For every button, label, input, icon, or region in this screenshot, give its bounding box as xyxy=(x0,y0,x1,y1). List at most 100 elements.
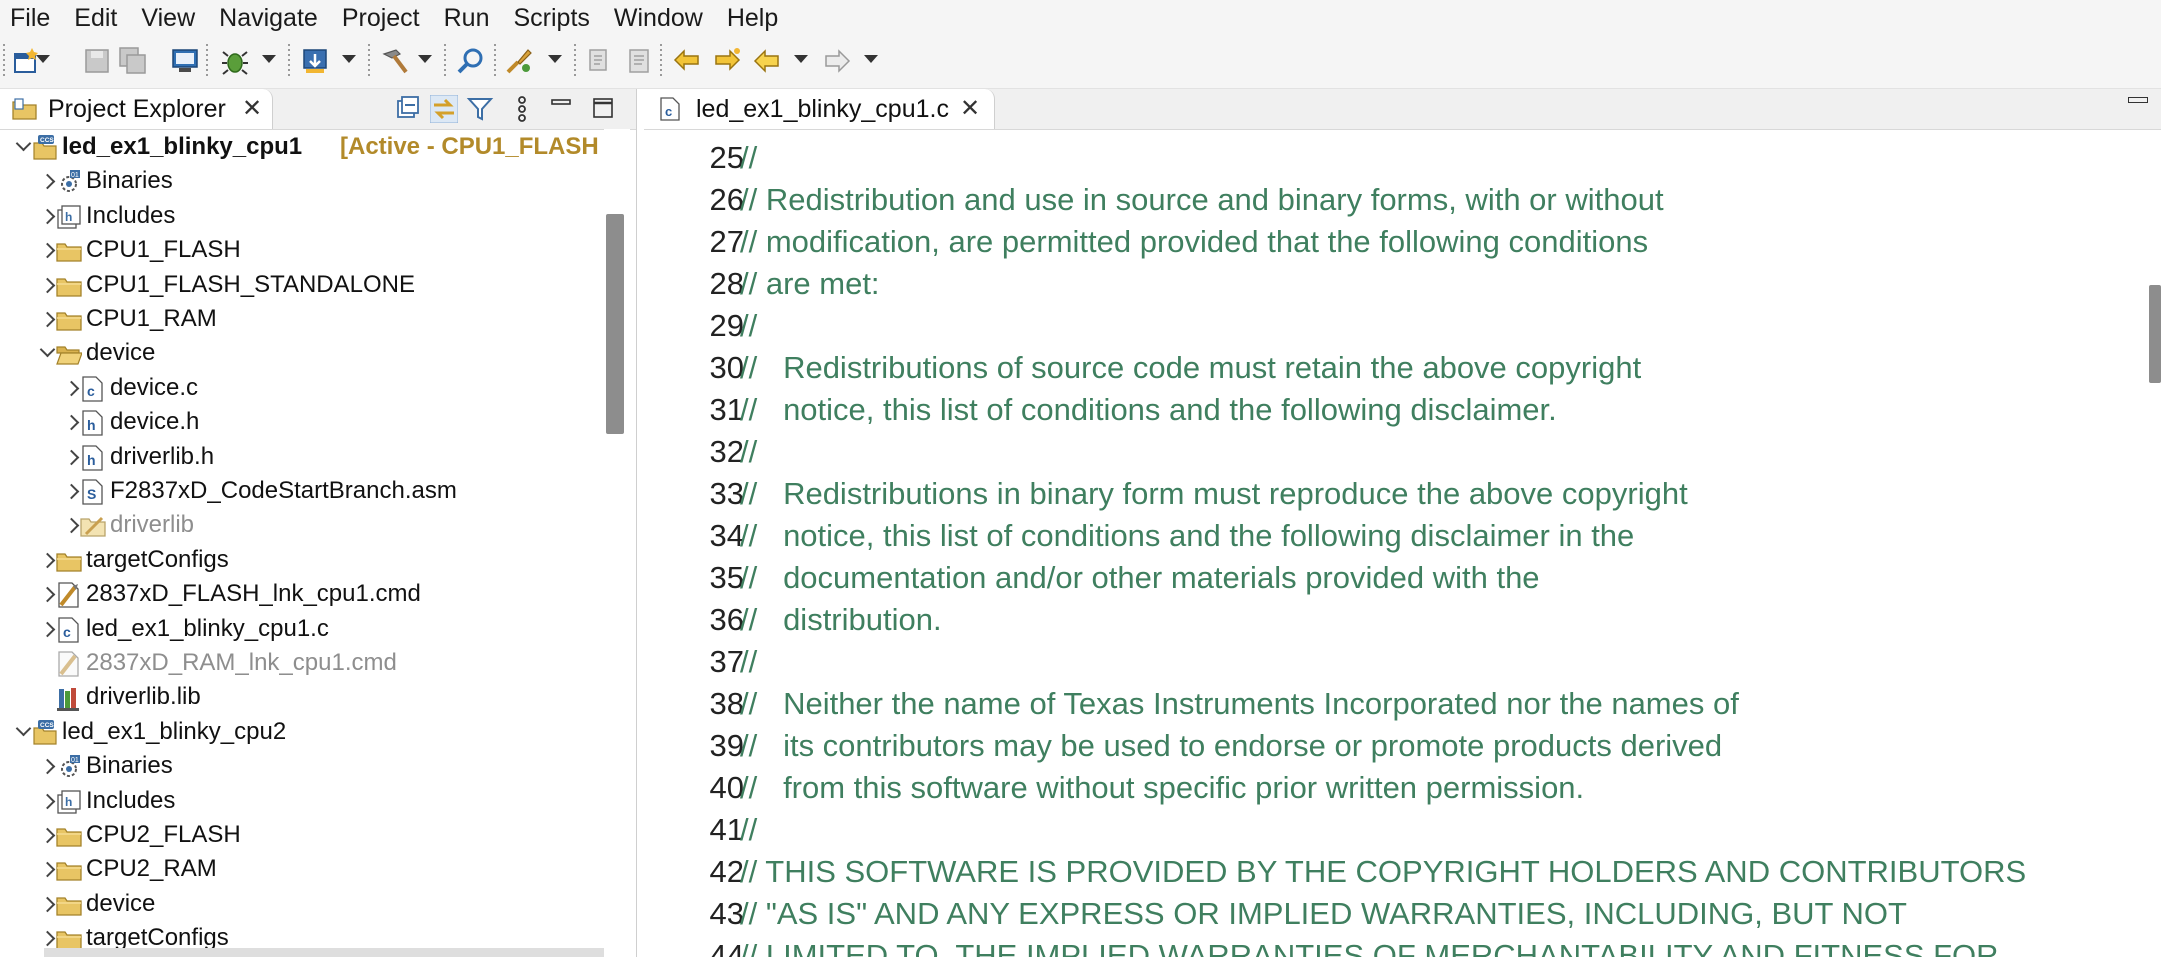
code-area[interactable]: 25//26// Redistribution and use in sourc… xyxy=(644,137,2134,957)
line-number: 42 xyxy=(709,854,744,889)
chevron-down-icon[interactable] xyxy=(15,135,32,152)
code-comment: // LIMITED TO, THE IMPLIED WARRANTIES OF… xyxy=(740,938,1999,957)
tree-item[interactable]: c device.c xyxy=(0,372,600,406)
debug-dropdown-icon[interactable] xyxy=(262,55,276,63)
flash-dropdown-icon[interactable] xyxy=(342,55,356,63)
editor-scrollbar[interactable] xyxy=(2134,137,2161,957)
tree-item[interactable]: h device.h xyxy=(0,406,600,440)
terminal-icon[interactable] xyxy=(170,46,200,76)
save-all-icon[interactable] xyxy=(118,46,148,76)
tree-item[interactable]: h driverlib.h xyxy=(0,441,600,475)
external-tools-dropdown-icon[interactable] xyxy=(548,55,562,63)
build-dropdown-icon[interactable] xyxy=(418,55,432,63)
last-edit-forward-icon[interactable] xyxy=(712,46,742,76)
tree-item[interactable]: 01 Binaries xyxy=(0,750,600,784)
chevron-right-icon[interactable] xyxy=(39,896,56,913)
menu-help[interactable]: Help xyxy=(715,0,790,36)
chevron-right-icon[interactable] xyxy=(39,930,56,947)
tree-item[interactable]: CPU1_RAM xyxy=(0,303,600,337)
tree-item[interactable]: c led_ex1_blinky_cpu1.c xyxy=(0,613,600,647)
filter-icon[interactable] xyxy=(466,95,494,123)
menu-run[interactable]: Run xyxy=(432,0,502,36)
tree-item[interactable]: targetConfigs xyxy=(0,544,600,578)
chevron-down-icon[interactable] xyxy=(39,342,56,358)
excluded-folder-icon xyxy=(80,517,106,538)
chevron-right-icon[interactable] xyxy=(39,758,56,775)
tree-item[interactable]: CPU2_RAM xyxy=(0,853,600,887)
chevron-right-icon[interactable] xyxy=(63,449,80,465)
menu-view[interactable]: View xyxy=(129,0,207,36)
tree-item[interactable]: h Includes xyxy=(0,200,600,234)
tree-item[interactable]: S F2837xD_CodeStartBranch.asm xyxy=(0,475,600,509)
tree-item[interactable]: 2837xD_RAM_lnk_cpu1.cmd xyxy=(0,647,600,681)
editor-minimize-icon[interactable] xyxy=(2128,97,2148,103)
menu-scripts[interactable]: Scripts xyxy=(502,0,602,36)
menu-edit[interactable]: Edit xyxy=(62,0,129,36)
save-icon[interactable] xyxy=(82,46,112,76)
back-dropdown-icon[interactable] xyxy=(794,55,808,63)
editor-tab-led-ex1-blinky-cpu1[interactable]: c led_ex1_blinky_cpu1.c ✕ xyxy=(644,89,995,129)
chevron-right-icon[interactable] xyxy=(39,208,56,225)
last-edit-back-icon[interactable] xyxy=(672,46,702,76)
tree-item[interactable]: driverlib.lib xyxy=(0,681,600,715)
back-arrow-icon[interactable] xyxy=(752,46,782,76)
chevron-right-icon[interactable] xyxy=(63,414,80,431)
tree-item[interactable]: CCS led_ex1_blinky_cpu1 [Active - CPU1_FLA… xyxy=(0,131,600,165)
debug-bug-icon[interactable] xyxy=(220,46,250,76)
build-hammer-icon[interactable] xyxy=(380,46,410,76)
menu-project[interactable]: Project xyxy=(330,0,432,36)
chevron-right-icon[interactable] xyxy=(39,311,56,328)
tree-item[interactable]: CPU2_FLASH xyxy=(0,819,600,853)
menu-navigate[interactable]: Navigate xyxy=(207,0,330,36)
tree-item[interactable]: driverlib xyxy=(0,509,600,543)
menu-window[interactable]: Window xyxy=(602,0,715,36)
chevron-right-icon[interactable] xyxy=(39,277,56,293)
chevron-right-icon[interactable] xyxy=(39,242,56,259)
tree-item[interactable]: CCS led_ex1_blinky_cpu2 xyxy=(0,716,600,750)
close-icon[interactable]: ✕ xyxy=(242,94,262,123)
tree-item[interactable]: 01 Binaries xyxy=(0,165,600,199)
active-configuration-badge: [Active - CPU1_FLASH xyxy=(340,133,599,160)
horizontal-scrollbar[interactable] xyxy=(44,948,604,957)
forward-dropdown-icon[interactable] xyxy=(864,55,878,63)
flash-load-icon[interactable] xyxy=(300,46,330,76)
menu-file[interactable]: File xyxy=(0,0,62,36)
search-icon[interactable] xyxy=(456,46,486,76)
tree-item[interactable]: CPU1_FLASH xyxy=(0,234,600,268)
chevron-right-icon[interactable] xyxy=(63,380,80,397)
chevron-right-icon[interactable] xyxy=(39,586,56,603)
chevron-right-icon[interactable] xyxy=(39,862,56,878)
view-menu-icon[interactable] xyxy=(508,95,536,123)
chevron-right-icon[interactable] xyxy=(39,174,56,190)
tree-item[interactable]: device xyxy=(0,337,600,371)
chevron-right-icon[interactable] xyxy=(39,827,56,844)
collapse-all-icon[interactable] xyxy=(394,95,422,123)
close-icon[interactable]: ✕ xyxy=(960,94,980,123)
prev-annotation-icon[interactable] xyxy=(586,46,616,76)
chevron-right-icon[interactable] xyxy=(39,793,56,809)
editor-panel: c led_ex1_blinky_cpu1.c ✕ 25//26// Redis… xyxy=(644,89,2161,957)
tree-item[interactable]: h Includes xyxy=(0,785,600,819)
tree-item[interactable]: 2837xD_FLASH_lnk_cpu1.cmd xyxy=(0,578,600,612)
code-line: 42// THIS SOFTWARE IS PROVIDED BY THE CO… xyxy=(644,851,2134,893)
project-explorer-tab[interactable]: Project Explorer ✕ xyxy=(0,89,273,129)
next-annotation-icon[interactable] xyxy=(624,46,654,76)
forward-arrow-icon[interactable] xyxy=(822,46,852,76)
new-dropdown-icon[interactable] xyxy=(36,55,50,63)
tree-item[interactable]: device xyxy=(0,888,600,922)
left-scrollbar-thumb[interactable] xyxy=(606,214,624,434)
minimize-icon[interactable] xyxy=(548,95,576,123)
code-comment: // xyxy=(740,644,758,679)
editor-scrollbar-thumb[interactable] xyxy=(2149,285,2161,383)
tree-item[interactable]: CPU1_FLASH_STANDALONE xyxy=(0,269,600,303)
folder-icon xyxy=(56,243,82,262)
chevron-right-icon[interactable] xyxy=(63,483,80,500)
chevron-down-icon[interactable] xyxy=(15,720,32,737)
external-tools-icon[interactable] xyxy=(504,46,534,76)
maximize-icon[interactable] xyxy=(590,95,618,123)
tree-item-label: targetConfigs xyxy=(86,545,229,573)
chevron-right-icon[interactable] xyxy=(39,552,56,569)
chevron-right-icon[interactable] xyxy=(39,621,56,637)
link-with-editor-icon[interactable] xyxy=(430,95,458,123)
chevron-right-icon[interactable] xyxy=(63,518,80,534)
